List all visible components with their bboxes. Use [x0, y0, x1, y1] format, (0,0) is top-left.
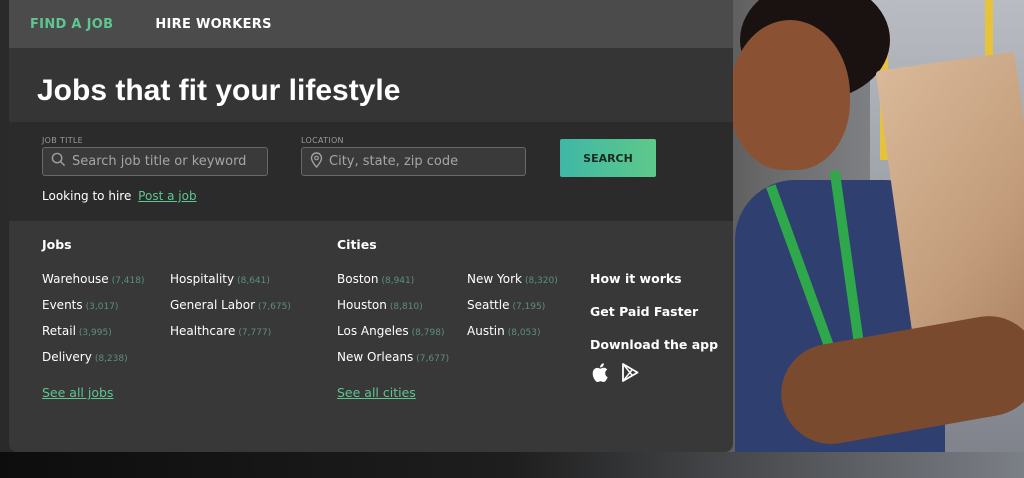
app-store-icons — [592, 363, 639, 386]
city-link-los-angeles[interactable]: Los Angeles (8,798) — [337, 324, 444, 338]
jobs-heading: Jobs — [42, 237, 72, 252]
hire-text: Looking to hire — [42, 189, 132, 203]
city-link-boston[interactable]: Boston (8,941) — [337, 272, 414, 286]
cities-heading: Cities — [337, 237, 377, 252]
city-link-austin[interactable]: Austin (8,053) — [467, 324, 541, 338]
floor-image — [0, 452, 1024, 478]
google-play-icon[interactable] — [622, 363, 639, 386]
location-label: LOCATION — [301, 136, 344, 145]
job-title-input[interactable] — [72, 154, 267, 169]
job-link-healthcare[interactable]: Healthcare (7,777) — [170, 324, 271, 338]
city-link-new-orleans[interactable]: New Orleans (7,677) — [337, 350, 449, 364]
page-title: Jobs that fit your lifestyle — [37, 74, 401, 107]
post-job-link[interactable]: Post a job — [138, 189, 196, 203]
location-pin-icon — [310, 151, 323, 172]
job-title-label: JOB TITLE — [42, 136, 84, 145]
job-link-delivery[interactable]: Delivery (8,238) — [42, 350, 128, 364]
job-search-panel: FIND A JOB HIRE WORKERS Jobs that fit yo… — [9, 0, 733, 452]
search-form: JOB TITLE LOCATION SEARCH Looking to hir… — [9, 122, 733, 221]
job-link-warehouse[interactable]: Warehouse (7,418) — [42, 272, 145, 286]
download-app-link[interactable]: Download the app — [590, 337, 718, 352]
job-link-general-labor[interactable]: General Labor (7,675) — [170, 298, 291, 312]
job-link-retail[interactable]: Retail (3,995) — [42, 324, 112, 338]
apple-icon[interactable] — [592, 363, 608, 386]
see-all-jobs-link[interactable]: See all jobs — [42, 385, 113, 400]
browse-links: Jobs Warehouse (7,418) Events (3,017) Reta… — [9, 221, 733, 452]
job-link-hospitality[interactable]: Hospitality (8,641) — [170, 272, 270, 286]
location-input[interactable] — [329, 154, 525, 169]
search-button[interactable]: SEARCH — [560, 139, 656, 177]
nav-hire-workers[interactable]: HIRE WORKERS — [155, 17, 271, 32]
nav-find-a-job[interactable]: FIND A JOB — [30, 17, 113, 32]
job-title-box[interactable] — [42, 147, 268, 176]
hire-prompt: Looking to hire Post a job — [42, 189, 197, 203]
worker-photo-face — [730, 20, 850, 170]
city-link-seattle[interactable]: Seattle (7,195) — [467, 298, 545, 312]
search-icon — [51, 152, 66, 171]
hero-headline-area: Jobs that fit your lifestyle — [9, 48, 733, 122]
job-title-field: JOB TITLE — [42, 136, 268, 176]
shelf-post-image — [985, 0, 993, 60]
location-box[interactable] — [301, 147, 526, 176]
how-it-works-link[interactable]: How it works — [590, 271, 682, 286]
city-link-houston[interactable]: Houston (8,810) — [337, 298, 423, 312]
location-field: LOCATION — [301, 136, 526, 176]
top-nav: FIND A JOB HIRE WORKERS — [9, 0, 733, 48]
see-all-cities-link[interactable]: See all cities — [337, 385, 416, 400]
get-paid-faster-link[interactable]: Get Paid Faster — [590, 304, 698, 319]
job-link-events[interactable]: Events (3,017) — [42, 298, 118, 312]
city-link-new-york[interactable]: New York (8,320) — [467, 272, 558, 286]
